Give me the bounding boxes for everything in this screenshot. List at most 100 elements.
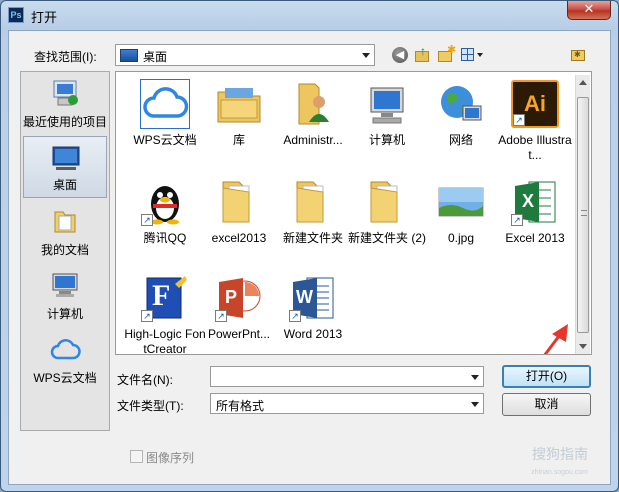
- scroll-grip-icon: [581, 210, 587, 216]
- file-label: Adobe Illustrat...: [498, 133, 572, 162]
- title-bar[interactable]: Ps 打开 ✕: [1, 1, 618, 29]
- file-label: 新建文件夹 (2): [347, 231, 426, 245]
- place-label: 我的文档: [40, 243, 89, 257]
- file-item-wps-cloud[interactable]: WPS云文档: [124, 78, 206, 174]
- close-button[interactable]: ✕: [567, 1, 611, 20]
- up-arrow-icon: ↑: [420, 44, 426, 58]
- file-label: PowerPnt...: [207, 327, 271, 341]
- filename-label: 文件名(N):: [117, 373, 173, 387]
- place-label: 桌面: [52, 178, 77, 192]
- excel-x-glyph: X: [522, 191, 535, 211]
- sparkle-icon: ✱: [447, 44, 457, 56]
- red-annotation-arrow: [543, 324, 568, 354]
- view-grid-icon: [461, 48, 474, 61]
- file-label: Administr...: [283, 133, 343, 147]
- image-sequence-checkbox[interactable]: [130, 450, 143, 463]
- computer-icon: [370, 87, 404, 124]
- file-label: Word 2013: [283, 327, 343, 341]
- lookin-label: 查找范围(I):: [34, 50, 97, 64]
- illustrator-app-icon: Ai ↗: [511, 80, 559, 128]
- watermark: 搜狗指南: [532, 446, 588, 462]
- file-item-word-2013[interactable]: W ↗ Word 2013: [272, 272, 354, 354]
- scroll-down-arrow-icon[interactable]: [579, 344, 587, 349]
- place-wps-cloud[interactable]: WPS云文档: [23, 328, 107, 390]
- window-title: 打开: [31, 10, 58, 25]
- word-w-glyph: W: [296, 287, 313, 307]
- file-item-new-folder[interactable]: 新建文件夹: [272, 176, 354, 272]
- filetype-dropdown[interactable]: 所有格式: [210, 393, 484, 414]
- scrollbar-thumb[interactable]: [577, 97, 589, 333]
- place-desktop[interactable]: 桌面: [23, 136, 107, 198]
- file-item-powerpoint[interactable]: P ↗ PowerPnt...: [198, 272, 280, 354]
- chevron-down-icon[interactable]: [471, 375, 479, 380]
- filetype-label: 文件类型(T):: [117, 399, 184, 413]
- place-documents[interactable]: 我的文档: [23, 200, 107, 262]
- file-label: excel2013: [211, 231, 267, 245]
- file-item-computer[interactable]: 计算机: [346, 78, 428, 174]
- up-folder-button[interactable]: ↑: [413, 44, 433, 65]
- library-folder-icon: [217, 88, 261, 123]
- new-folder-button[interactable]: ✱: [436, 44, 457, 65]
- file-item-excel2013-folder[interactable]: excel2013: [198, 176, 280, 272]
- watermark-url: zhinan.sogou.com: [531, 469, 588, 476]
- network-globe-icon: [441, 86, 482, 121]
- place-label: 最近使用的项目: [23, 115, 108, 129]
- chevron-down-icon: [362, 53, 370, 58]
- places-bar: 最近使用的项目 桌面 我的文档 计算机 WPS云文档: [20, 71, 110, 431]
- dialog-client-area: 查找范围(I): 桌面 ◀ ↑ ✱ ✱ 最近使用的项目 桌面 我的文档 计算机 …: [8, 30, 611, 485]
- open-dialog-window: Ps 打开 ✕ 查找范围(I): 桌面 ◀ ↑ ✱ ✱ 最近使用的项目 桌面 我…: [0, 0, 619, 492]
- file-item-library[interactable]: 库: [198, 78, 280, 174]
- folder-icon: [222, 181, 250, 223]
- filename-input[interactable]: [210, 366, 484, 387]
- user-folder-icon: [298, 83, 329, 125]
- folder-options-button[interactable]: ✱: [569, 45, 589, 65]
- chevron-down-icon: [471, 402, 479, 407]
- file-label: 网络: [448, 133, 473, 147]
- file-item-0-jpg[interactable]: 0.jpg: [420, 176, 502, 272]
- file-label: 新建文件夹: [282, 231, 343, 245]
- place-label: WPS云文档: [33, 371, 97, 385]
- file-label: 库: [232, 133, 245, 147]
- file-item-qq[interactable]: ↗ 腾讯QQ: [124, 176, 206, 272]
- shortcut-arrow-icon: ↗: [511, 214, 523, 226]
- folder-icon: [370, 181, 398, 223]
- file-item-excel-2013[interactable]: X ↗ Excel 2013: [494, 176, 576, 272]
- powerpoint-p-glyph: P: [225, 287, 238, 307]
- file-item-adobe-illustrator[interactable]: Ai ↗ Adobe Illustrat...: [494, 78, 576, 174]
- lookin-dropdown[interactable]: 桌面: [115, 44, 375, 66]
- file-item-new-folder-2[interactable]: 新建文件夹 (2): [346, 176, 428, 272]
- file-list-view[interactable]: WPS云文档 库 Administr... 计算机 网络 Ai ↗ Adobe …: [115, 71, 592, 355]
- file-label: Excel 2013: [505, 231, 565, 245]
- cancel-button[interactable]: 取消: [502, 393, 591, 416]
- documents-folder-icon: [54, 211, 76, 233]
- star-icon: ✱: [574, 50, 581, 59]
- scroll-up-arrow-icon[interactable]: [579, 80, 587, 85]
- back-button[interactable]: ◀: [390, 45, 410, 65]
- fontcreator-f-glyph: F: [152, 279, 171, 312]
- shortcut-arrow-icon: ↗: [141, 214, 153, 226]
- file-label: 计算机: [368, 133, 405, 147]
- place-label: 计算机: [46, 307, 83, 321]
- file-item-network[interactable]: 网络: [420, 78, 502, 174]
- image-sequence-label: 图像序列: [146, 451, 195, 465]
- filetype-value: 所有格式: [216, 399, 265, 413]
- file-label: 0.jpg: [447, 231, 475, 245]
- folder-icon: [296, 181, 324, 223]
- vertical-scrollbar[interactable]: [575, 75, 590, 354]
- cloud-icon: [140, 79, 190, 129]
- photoshop-app-icon: Ps: [8, 7, 24, 23]
- open-button[interactable]: 打开(O): [502, 365, 591, 388]
- place-recent[interactable]: 最近使用的项目: [23, 72, 107, 134]
- computer-icon: [52, 273, 78, 297]
- place-computer[interactable]: 计算机: [23, 264, 107, 326]
- shortcut-arrow-icon: ↗: [289, 310, 301, 322]
- desktop-icon: [52, 146, 80, 170]
- shortcut-arrow-icon: ↗: [141, 310, 153, 322]
- file-item-fontcreator[interactable]: F ↗ High-Logic FontCreator: [124, 272, 206, 354]
- shortcut-arrow-icon: ↗: [215, 310, 227, 322]
- desktop-icon: [120, 49, 138, 62]
- view-menu-button[interactable]: [460, 45, 486, 65]
- cloud-icon: [50, 339, 81, 360]
- recent-items-icon: [53, 80, 78, 106]
- file-item-administrator[interactable]: Administr...: [272, 78, 354, 174]
